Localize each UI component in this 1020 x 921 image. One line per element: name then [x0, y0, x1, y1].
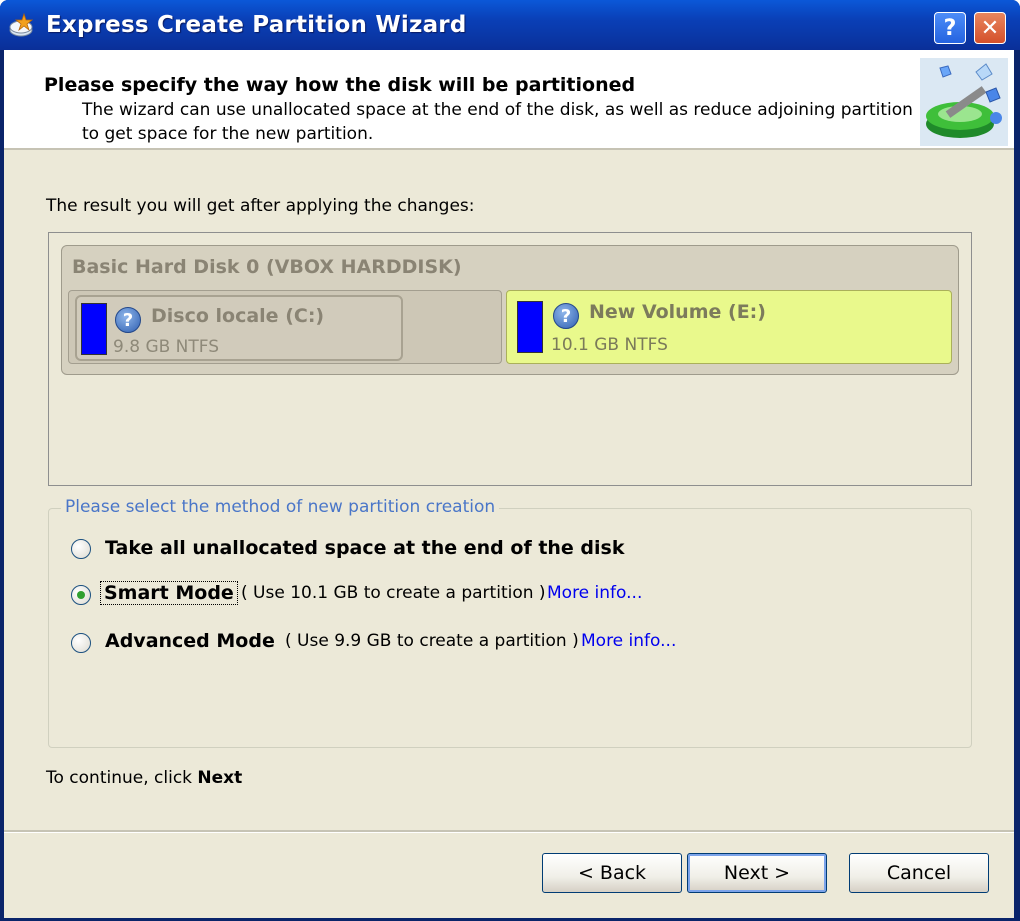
partition-c-name: Disco locale (C:) [151, 305, 325, 327]
option-advanced-mode-desc: ( Use 9.9 GB to create a partition ) [285, 631, 579, 651]
result-label: The result you will get after applying t… [46, 196, 475, 216]
partition-wizard-icon [920, 58, 1008, 146]
disk-box[interactable]: Basic Hard Disk 0 (VBOX HARDDISK) ? Disc… [61, 245, 959, 375]
partition-c-fill-bar [81, 303, 107, 355]
option-take-all-label[interactable]: Take all unallocated space at the end of… [105, 537, 625, 559]
wizard-window: Express Create Partition Wizard ? ✕ Plea… [0, 0, 1020, 921]
advanced-mode-more-info-link[interactable]: More info... [581, 631, 676, 651]
cancel-button[interactable]: Cancel [849, 853, 989, 893]
app-icon [9, 12, 34, 37]
help-icon: ? [943, 15, 957, 41]
smart-mode-more-info-link[interactable]: More info... [547, 583, 642, 603]
continue-prefix: To continue, click [46, 768, 198, 788]
radio-smart-mode[interactable] [71, 585, 91, 605]
wizard-header: Please specify the way how the disk will… [4, 50, 1014, 150]
partition-e-new-volume[interactable]: ? New Volume (E:) 10.1 GB NTFS [506, 290, 952, 364]
method-group: Please select the method of new partitio… [48, 497, 972, 748]
partition-e-fill-bar [517, 301, 543, 353]
partition-e-size: 10.1 GB NTFS [551, 335, 668, 355]
dialog-client: Please specify the way how the disk will… [4, 50, 1014, 918]
radio-advanced-mode[interactable] [71, 633, 91, 653]
close-icon: ✕ [980, 15, 1000, 41]
disk-map-panel: Basic Hard Disk 0 (VBOX HARDDISK) ? Disc… [48, 232, 972, 486]
partition-c[interactable]: ? Disco locale (C:) 9.8 GB NTFS [75, 295, 403, 361]
page-title: Please specify the way how the disk will… [44, 74, 636, 96]
question-icon: ? [553, 303, 579, 329]
partition-c-size: 9.8 GB NTFS [113, 337, 220, 357]
continue-next-word: Next [197, 768, 243, 788]
option-smart-mode-label[interactable]: Smart Mode [100, 581, 238, 605]
option-smart-mode-desc: ( Use 10.1 GB to create a partition ) [241, 583, 546, 603]
close-button[interactable]: ✕ [974, 12, 1006, 44]
footer-separator [4, 830, 1014, 833]
partition-c-frame[interactable]: ? Disco locale (C:) 9.8 GB NTFS [68, 290, 502, 364]
page-description: The wizard can use unallocated space at … [82, 100, 913, 144]
help-button[interactable]: ? [934, 12, 966, 44]
back-button[interactable]: < Back [542, 853, 682, 893]
method-group-legend: Please select the method of new partitio… [61, 497, 500, 517]
continue-hint: To continue, click Next [46, 768, 242, 788]
question-icon: ? [115, 307, 141, 333]
option-advanced-mode-label[interactable]: Advanced Mode [105, 630, 275, 652]
partition-e-name: New Volume (E:) [589, 301, 766, 323]
radio-take-all-unallocated[interactable] [71, 539, 91, 559]
disk-title: Basic Hard Disk 0 (VBOX HARDDISK) [72, 256, 462, 278]
next-button[interactable]: Next > [687, 853, 827, 893]
title-bar[interactable]: Express Create Partition Wizard ? ✕ [0, 0, 1020, 50]
window-title: Express Create Partition Wizard [46, 12, 467, 38]
